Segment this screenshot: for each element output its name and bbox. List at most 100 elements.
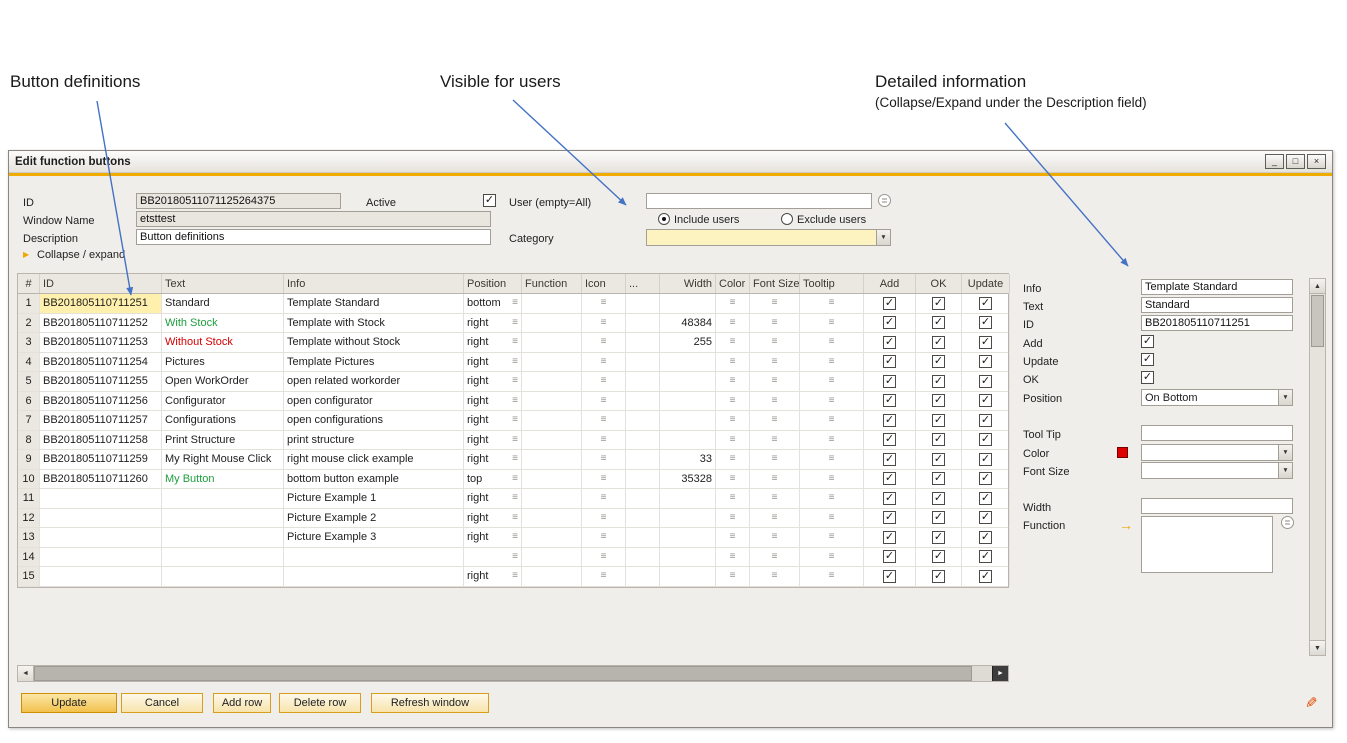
ok-checkbox[interactable]: ✓ xyxy=(932,453,945,466)
ok-cell[interactable]: ✓ xyxy=(916,528,962,547)
color-swatch[interactable] xyxy=(1117,447,1128,458)
ok-cell[interactable]: ✓ xyxy=(916,431,962,450)
menu-icon[interactable]: ≡ xyxy=(730,493,736,503)
position-cell[interactable]: right≡ xyxy=(464,528,522,547)
ok-cell[interactable]: ✓ xyxy=(916,470,962,489)
add-checkbox[interactable]: ✓ xyxy=(883,375,896,388)
id-cell[interactable]: BB201805110711251 xyxy=(40,294,162,313)
position-cell[interactable]: right≡ xyxy=(464,392,522,411)
menu-icon[interactable]: ≡ xyxy=(601,552,607,562)
text-cell[interactable] xyxy=(162,489,284,508)
function-cell[interactable] xyxy=(522,450,582,469)
color-cell[interactable]: ≡ xyxy=(716,392,750,411)
menu-icon[interactable]: ≡ xyxy=(772,474,778,484)
update-cell[interactable]: ✓ xyxy=(962,528,1010,547)
menu-icon[interactable]: ≡ xyxy=(829,532,835,542)
add-cell[interactable]: ✓ xyxy=(864,548,916,567)
row-number-cell[interactable]: 15 xyxy=(18,567,40,586)
icon-cell[interactable]: ≡ xyxy=(582,353,626,372)
function-cell[interactable] xyxy=(522,528,582,547)
icon-cell[interactable]: ≡ xyxy=(582,431,626,450)
more-cell[interactable] xyxy=(626,548,660,567)
more-cell[interactable] xyxy=(626,470,660,489)
more-cell[interactable] xyxy=(626,567,660,586)
add-cell[interactable]: ✓ xyxy=(864,450,916,469)
ok-cell[interactable]: ✓ xyxy=(916,392,962,411)
position-cell[interactable]: right≡ xyxy=(464,333,522,352)
position-cell[interactable]: top≡ xyxy=(464,470,522,489)
menu-icon[interactable]: ≡ xyxy=(601,435,607,445)
font-size-cell[interactable]: ≡ xyxy=(750,567,800,586)
cancel-button[interactable]: Cancel xyxy=(121,693,203,713)
width-cell[interactable] xyxy=(660,509,716,528)
icon-cell[interactable]: ≡ xyxy=(582,333,626,352)
more-cell[interactable] xyxy=(626,333,660,352)
menu-icon[interactable]: ≡ xyxy=(512,318,518,328)
menu-icon[interactable]: ≡ xyxy=(601,513,607,523)
menu-icon[interactable]: ≡ xyxy=(512,298,518,308)
ok-checkbox[interactable]: ✓ xyxy=(932,492,945,505)
row-number-cell[interactable]: 7 xyxy=(18,411,40,430)
width-cell[interactable] xyxy=(660,294,716,313)
menu-icon[interactable]: ≡ xyxy=(829,571,835,581)
chevron-down-icon[interactable]: ▼ xyxy=(876,230,890,245)
tooltip-cell[interactable]: ≡ xyxy=(800,470,864,489)
color-cell[interactable]: ≡ xyxy=(716,470,750,489)
width-cell[interactable] xyxy=(660,392,716,411)
detail-id-field[interactable] xyxy=(1141,315,1293,331)
update-cell[interactable]: ✓ xyxy=(962,567,1010,586)
add-checkbox[interactable]: ✓ xyxy=(883,414,896,427)
id-cell[interactable] xyxy=(40,509,162,528)
tooltip-cell[interactable]: ≡ xyxy=(800,431,864,450)
update-cell[interactable]: ✓ xyxy=(962,294,1010,313)
position-cell[interactable]: right≡ xyxy=(464,372,522,391)
update-cell[interactable]: ✓ xyxy=(962,372,1010,391)
ok-checkbox[interactable]: ✓ xyxy=(932,433,945,446)
function-cell[interactable] xyxy=(522,470,582,489)
icon-cell[interactable]: ≡ xyxy=(582,314,626,333)
ok-checkbox[interactable]: ✓ xyxy=(932,531,945,544)
tooltip-cell[interactable]: ≡ xyxy=(800,450,864,469)
menu-icon[interactable]: ≡ xyxy=(601,396,607,406)
detail-tooltip-field[interactable] xyxy=(1141,425,1293,441)
maximize-icon[interactable]: □ xyxy=(1286,154,1305,169)
icon-cell[interactable]: ≡ xyxy=(582,372,626,391)
menu-icon[interactable]: ≡ xyxy=(829,415,835,425)
menu-icon[interactable]: ≡ xyxy=(601,298,607,308)
menu-icon[interactable]: ≡ xyxy=(601,474,607,484)
menu-icon[interactable]: ≡ xyxy=(772,337,778,347)
update-cell[interactable]: ✓ xyxy=(962,392,1010,411)
update-checkbox[interactable]: ✓ xyxy=(979,433,992,446)
add-checkbox[interactable]: ✓ xyxy=(883,570,896,583)
column-header-width[interactable]: Width xyxy=(660,274,716,293)
font-size-cell[interactable]: ≡ xyxy=(750,489,800,508)
more-cell[interactable] xyxy=(626,528,660,547)
text-cell[interactable] xyxy=(162,567,284,586)
info-cell[interactable]: open configurations xyxy=(284,411,464,430)
tooltip-cell[interactable]: ≡ xyxy=(800,353,864,372)
position-cell[interactable]: right≡ xyxy=(464,314,522,333)
id-cell[interactable]: BB201805110711259 xyxy=(40,450,162,469)
position-cell[interactable]: right≡ xyxy=(464,411,522,430)
ok-checkbox[interactable]: ✓ xyxy=(932,394,945,407)
menu-icon[interactable]: ≡ xyxy=(601,571,607,581)
menu-icon[interactable]: ≡ xyxy=(829,298,835,308)
ok-cell[interactable]: ✓ xyxy=(916,353,962,372)
info-cell[interactable]: Template Pictures xyxy=(284,353,464,372)
tooltip-cell[interactable]: ≡ xyxy=(800,392,864,411)
function-cell[interactable] xyxy=(522,392,582,411)
vertical-scrollbar[interactable]: ▲ ▼ xyxy=(1309,278,1326,656)
row-number-cell[interactable]: 4 xyxy=(18,353,40,372)
add-checkbox[interactable]: ✓ xyxy=(883,511,896,524)
tooltip-cell[interactable]: ≡ xyxy=(800,567,864,586)
menu-icon[interactable]: ≡ xyxy=(512,396,518,406)
add-checkbox[interactable]: ✓ xyxy=(883,531,896,544)
menu-icon[interactable]: ≡ xyxy=(829,396,835,406)
menu-icon[interactable]: ≡ xyxy=(730,298,736,308)
column-header-text[interactable]: Text xyxy=(162,274,284,293)
menu-icon[interactable]: ≡ xyxy=(730,376,736,386)
text-cell[interactable] xyxy=(162,509,284,528)
text-cell[interactable]: My Button xyxy=(162,470,284,489)
more-cell[interactable] xyxy=(626,509,660,528)
row-number-cell[interactable]: 3 xyxy=(18,333,40,352)
